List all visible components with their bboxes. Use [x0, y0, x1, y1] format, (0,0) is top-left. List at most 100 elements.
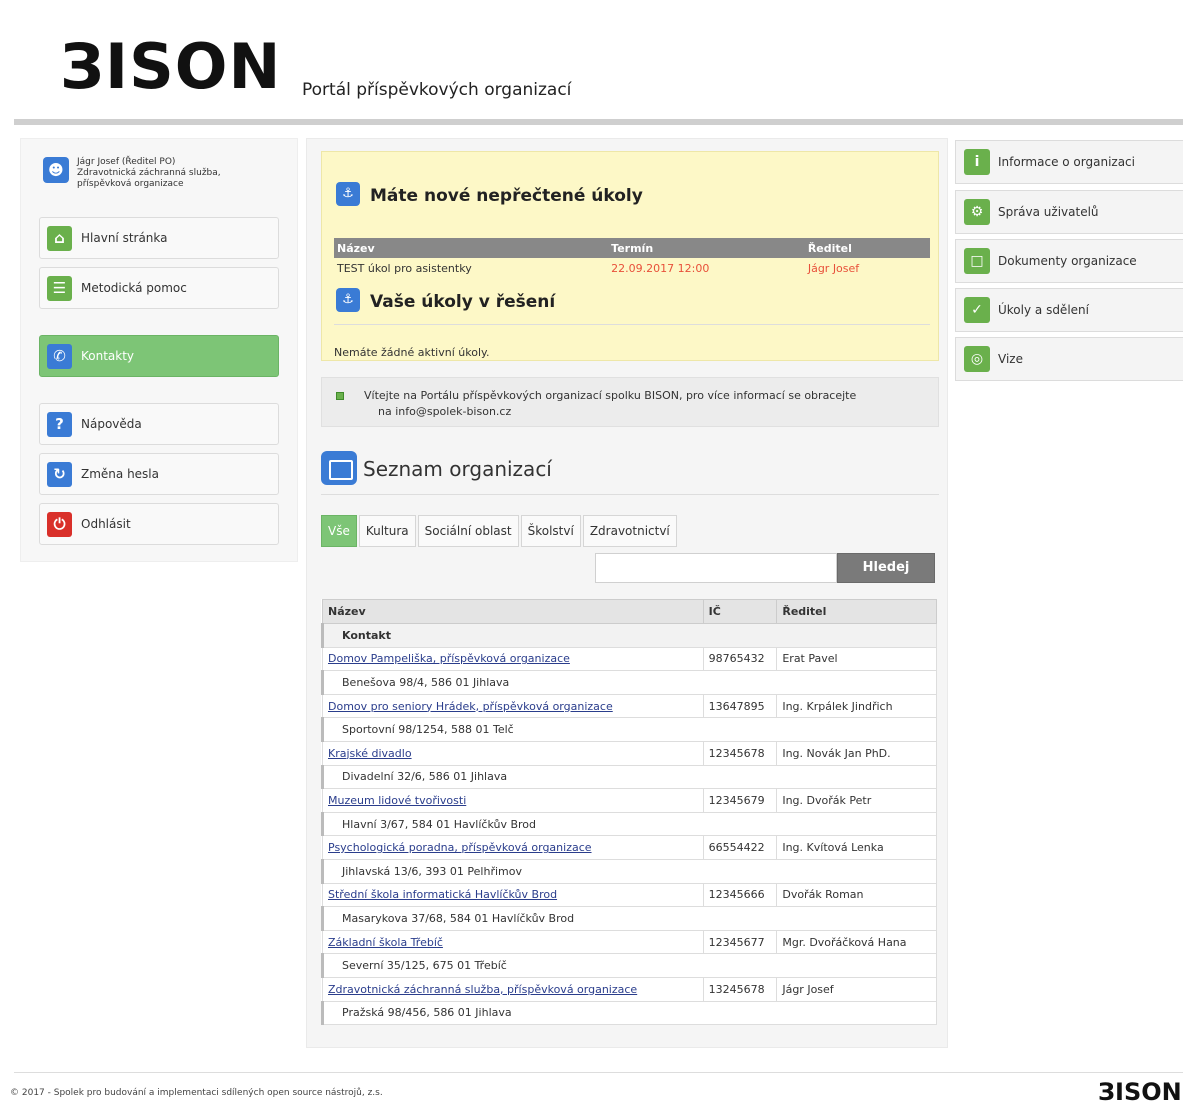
- org-director: Dvořák Roman: [776, 882, 937, 908]
- nav-change-password-button[interactable]: ↻ Změna hesla: [39, 453, 279, 495]
- gear-icon: ⚙: [964, 199, 990, 225]
- org-documents-button[interactable]: □ Dokumenty organizace: [955, 239, 1183, 283]
- tasks-messages-label: Úkoly a sdělení: [998, 303, 1089, 317]
- nav-home-button[interactable]: ⌂ Hlavní stránka: [39, 217, 279, 259]
- org-documents-label: Dokumenty organizace: [998, 254, 1137, 268]
- org-director: Mgr. Dvořáčková Hana: [776, 929, 937, 955]
- tasks-divider: [334, 324, 930, 325]
- nav-change-password-label: Změna hesla: [81, 467, 159, 481]
- nav-help-label: Nápověda: [81, 417, 142, 431]
- table-address-row: Masarykova 37/68, 584 01 Havlíčkův Brod: [321, 906, 937, 931]
- task-name[interactable]: TEST úkol pro asistentky: [334, 258, 608, 279]
- org-col-name[interactable]: Název: [322, 599, 704, 624]
- tab-health[interactable]: Zdravotnictví: [582, 515, 677, 547]
- welcome-line2: na info@spolek-bison.cz: [378, 405, 512, 418]
- org-col-director[interactable]: Ředitel: [776, 599, 937, 624]
- org-list-title: Seznam organizací: [363, 457, 552, 481]
- org-address: Sportovní 98/1254, 588 01 Telč: [321, 717, 937, 742]
- table-group-row: Kontakt: [321, 623, 937, 648]
- nav-methodic-button[interactable]: ☰ Metodická pomoc: [39, 267, 279, 309]
- org-link[interactable]: Krajské divadlo: [328, 747, 412, 760]
- nav-logout-label: Odhlásit: [81, 517, 131, 531]
- org-director: Erat Pavel: [776, 646, 937, 672]
- task-col-director[interactable]: Ředitel: [804, 238, 930, 258]
- power-icon: ⏻: [47, 512, 72, 537]
- nav-home-label: Hlavní stránka: [81, 231, 168, 245]
- search-button[interactable]: Hledej: [837, 553, 935, 583]
- org-ic: 12345678: [702, 740, 778, 766]
- org-address: Benešova 98/4, 586 01 Jihlava: [321, 670, 937, 695]
- org-ic: 98765432: [702, 646, 778, 672]
- refresh-icon: ↻: [47, 462, 72, 487]
- org-link[interactable]: Psychologická poradna, příspěvková organ…: [328, 841, 592, 854]
- target-icon: ◎: [964, 346, 990, 372]
- header-divider: [14, 119, 1183, 125]
- tab-education[interactable]: Školství: [520, 515, 581, 547]
- table-row: Domov pro seniory Hrádek, příspěvková or…: [322, 693, 937, 719]
- org-address: Jihlavská 13/6, 393 01 Pelhřimov: [321, 858, 937, 884]
- book-icon: ☰: [47, 276, 72, 301]
- user-name-role: Jágr Josef (Ředitel PO): [77, 157, 176, 167]
- user-icon: ☻: [43, 157, 69, 183]
- org-ic: 13245678: [702, 976, 778, 1002]
- vision-label: Vize: [998, 352, 1023, 366]
- table-address-row: Sportovní 98/1254, 588 01 Telč: [321, 717, 937, 742]
- nav-contacts-button[interactable]: ✆ Kontakty: [39, 335, 279, 377]
- org-link[interactable]: Střední škola informatická Havlíčkův Bro…: [328, 888, 557, 901]
- no-tasks-text: Nemáte žádné aktivní úkoly.: [334, 346, 490, 359]
- welcome-message: Vítejte na Portálu příspěvkových organiz…: [321, 377, 939, 427]
- org-link[interactable]: Domov pro seniory Hrádek, příspěvková or…: [328, 700, 613, 713]
- table-address-row: Hlavní 3/67, 584 01 Havlíčkův Brod: [321, 811, 937, 837]
- org-tabs: Vše Kultura Sociální oblast Školství Zdr…: [321, 515, 679, 547]
- org-link[interactable]: Domov Pampeliška, příspěvková organizace: [328, 652, 570, 665]
- task-director: Jágr Josef: [807, 262, 860, 275]
- org-info-label: Informace o organizaci: [998, 155, 1135, 169]
- folder-icon: □: [964, 248, 990, 274]
- footer-logo: ЗISON: [1098, 1078, 1182, 1106]
- main-content: ⚓ Máte nové nepřečtené úkoly Název Termí…: [306, 138, 948, 1048]
- org-link[interactable]: Základní škola Třebíč: [328, 936, 443, 949]
- table-row: Zdravotnická záchranná služba, příspěvko…: [322, 976, 937, 1002]
- nav-logout-button[interactable]: ⏻ Odhlásit: [39, 503, 279, 545]
- info-icon: i: [964, 149, 990, 175]
- org-ic: 12345679: [702, 788, 778, 813]
- org-ic: 13647895: [702, 693, 778, 719]
- active-tasks-heading: Vaše úkoly v řešení: [370, 292, 556, 312]
- table-address-row: Pražská 98/456, 586 01 Jihlava: [321, 1000, 937, 1026]
- table-row: Střední škola informatická Havlíčkův Bro…: [322, 882, 937, 908]
- org-link[interactable]: Muzeum lidové tvořivosti: [328, 794, 466, 807]
- tab-social[interactable]: Sociální oblast: [417, 515, 519, 547]
- table-address-row: Severní 35/125, 675 01 Třebíč: [321, 953, 937, 978]
- search-input[interactable]: [595, 553, 837, 583]
- task-row[interactable]: TEST úkol pro asistentky 22.09.2017 12:0…: [334, 258, 930, 279]
- user-org-line1: Zdravotnická záchranná služba,: [77, 168, 221, 178]
- table-address-row: Benešova 98/4, 586 01 Jihlava: [321, 670, 937, 695]
- tab-all[interactable]: Vše: [321, 515, 357, 547]
- tab-culture[interactable]: Kultura: [358, 515, 416, 547]
- table-address-row: Divadelní 32/6, 586 01 Jihlava: [321, 764, 937, 790]
- org-info-button[interactable]: i Informace o organizaci: [955, 140, 1183, 184]
- title-divider: [321, 494, 939, 495]
- table-row: Muzeum lidové tvořivosti 12345679 Ing. D…: [322, 788, 937, 813]
- task-col-deadline[interactable]: Termín: [608, 238, 805, 258]
- user-org-line2: příspěvková organizace: [77, 179, 184, 189]
- org-ic: 66554422: [702, 835, 778, 860]
- org-link[interactable]: Zdravotnická záchranná služba, příspěvko…: [328, 983, 637, 996]
- task-col-name[interactable]: Název: [334, 238, 609, 258]
- bison-logo[interactable]: ЗISON: [60, 30, 281, 103]
- header: ЗISON Portál příspěvkových organizací: [0, 0, 1183, 125]
- org-director: Ing. Dvořák Petr: [776, 788, 937, 813]
- org-address: Hlavní 3/67, 584 01 Havlíčkův Brod: [321, 811, 937, 837]
- org-director: Jágr Josef: [776, 976, 937, 1002]
- nav-help-button[interactable]: ? Nápověda: [39, 403, 279, 445]
- org-address: Divadelní 32/6, 586 01 Jihlava: [321, 764, 937, 790]
- table-row: Domov Pampeliška, příspěvková organizace…: [322, 646, 937, 672]
- user-management-button[interactable]: ⚙ Správa uživatelů: [955, 190, 1183, 234]
- org-col-ic[interactable]: IČ: [702, 599, 778, 624]
- vision-button[interactable]: ◎ Vize: [955, 337, 1183, 381]
- user-management-label: Správa uživatelů: [998, 205, 1099, 219]
- org-table: Název IČ Ředitel Kontakt Domov Pampelišk…: [321, 599, 937, 1026]
- tasks-messages-button[interactable]: ✓ Úkoly a sdělení: [955, 288, 1183, 332]
- bullet-icon: [336, 392, 344, 400]
- question-icon: ?: [47, 412, 72, 437]
